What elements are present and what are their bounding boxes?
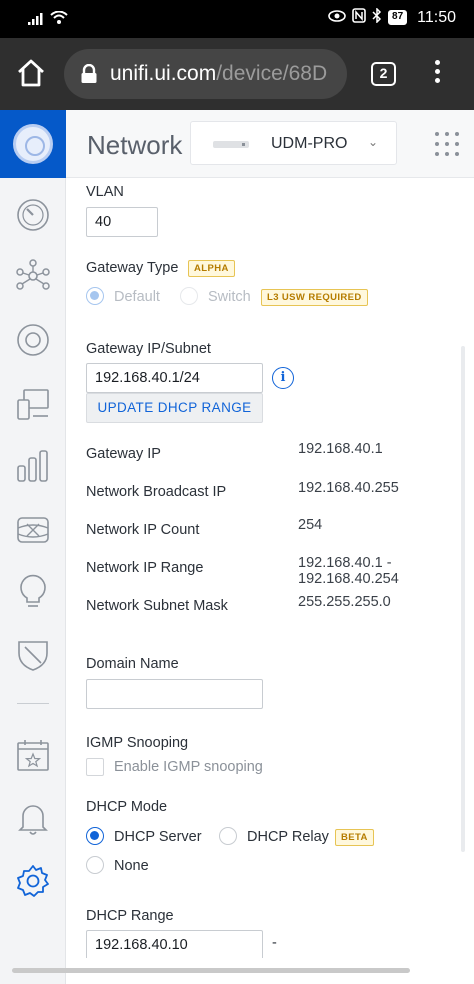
statistics-icon[interactable] [15,448,51,484]
lock-icon [80,63,98,84]
gateway-default-radio[interactable] [86,287,104,305]
eye-icon [328,9,346,26]
igmp-snooping-checkbox[interactable] [86,758,104,776]
gateway-subnet-input[interactable]: 192.168.40.1/24 [86,363,263,393]
domain-name-label: Domain Name [86,656,179,672]
igmp-snooping-checkbox-label: Enable IGMP snooping [114,759,263,775]
network-settings-form: VLAN 40 Gateway Type ALPHA Default Switc… [66,178,474,958]
tab-switcher-button[interactable]: 2 [371,62,396,86]
udm-pro-device-icon [213,141,249,148]
broadcast-ip-label: Network Broadcast IP [86,484,227,500]
dhcp-relay-radio[interactable] [219,827,237,845]
page-header: Network UDM-PRO ⌄ [66,110,474,178]
ip-range-start-value: 192.168.40.1 - [298,555,392,571]
bluetooth-icon [372,7,382,27]
url-text: unifi.ui.com/device/68D [110,62,328,85]
devices-icon[interactable] [15,322,51,358]
dhcp-server-label: DHCP Server [114,829,202,845]
alerts-icon[interactable] [15,800,51,836]
signal-icon [28,12,44,30]
subnet-mask-value: 255.255.255.0 [298,594,391,610]
battery-icon: 87 [388,10,408,25]
dhcp-range-start-input[interactable]: 192.168.40.10 [86,930,263,958]
page-title: Network [87,130,183,160]
gateway-subnet-label: Gateway IP/Subnet [86,341,211,357]
device-name: UDM-PRO [271,135,348,152]
gateway-switch-label: Switch [208,289,251,305]
nfc-icon [352,8,366,27]
dhcp-relay-label: DHCP Relay [247,829,329,845]
clients-icon[interactable] [15,386,51,422]
topology-icon[interactable] [15,258,51,294]
hotspot-icon[interactable] [15,574,51,610]
settings-icon[interactable] [15,863,51,899]
wifi-icon [50,10,68,30]
broadcast-ip-value: 192.168.40.255 [298,480,399,496]
dashboard-icon[interactable] [15,197,51,233]
gateway-ip-value: 192.168.40.1 [298,441,383,457]
dhcp-range-separator: - [272,935,277,951]
dhcp-mode-label: DHCP Mode [86,799,168,815]
ip-range-label: Network IP Range [86,560,204,576]
vlan-label: VLAN [86,184,124,200]
gateway-switch-radio[interactable] [180,287,198,305]
insights-icon[interactable] [15,512,51,548]
address-bar[interactable]: unifi.ui.com/device/68D [64,49,347,99]
dhcp-range-label: DHCP Range [86,908,174,924]
domain-name-input[interactable] [86,679,263,709]
ip-range-end-value: 192.168.40.254 [298,571,399,587]
igmp-snooping-label: IGMP Snooping [86,735,189,751]
clock: 11:50 [417,8,456,26]
l3-usw-required-badge: L3 USW REQUIRED [261,289,368,306]
dhcp-none-radio[interactable] [86,856,104,874]
sidebar-divider [17,703,49,704]
ip-count-label: Network IP Count [86,522,200,538]
gateway-ip-label: Gateway IP [86,446,161,462]
home-icon[interactable] [16,58,46,88]
vlan-input[interactable]: 40 [86,207,158,237]
chevron-down-icon: ⌄ [368,135,379,149]
update-dhcp-range-button[interactable]: UPDATE DHCP RANGE [86,393,263,423]
browser-toolbar: unifi.ui.com/device/68D 2 [0,38,474,110]
status-bar: 87 11:50 [0,0,474,38]
gateway-type-label: Gateway Type [86,260,179,276]
alpha-badge: ALPHA [188,260,235,277]
apps-grid-icon[interactable] [435,132,459,156]
more-menu-icon[interactable] [430,60,444,88]
unifi-logo-icon[interactable] [0,110,66,178]
dhcp-none-label: None [114,858,149,874]
info-icon[interactable]: i [272,367,294,389]
security-icon[interactable] [15,637,51,673]
dhcp-server-radio[interactable] [86,827,104,845]
scrollbar[interactable] [461,346,465,852]
sidebar [0,110,66,984]
events-icon[interactable] [15,737,51,773]
gateway-default-label: Default [114,289,160,305]
subnet-mask-label: Network Subnet Mask [86,598,228,614]
ip-count-value: 254 [298,517,323,533]
beta-badge: BETA [335,829,374,846]
home-indicator[interactable] [12,968,410,973]
device-selector[interactable]: UDM-PRO ⌄ [190,121,397,165]
